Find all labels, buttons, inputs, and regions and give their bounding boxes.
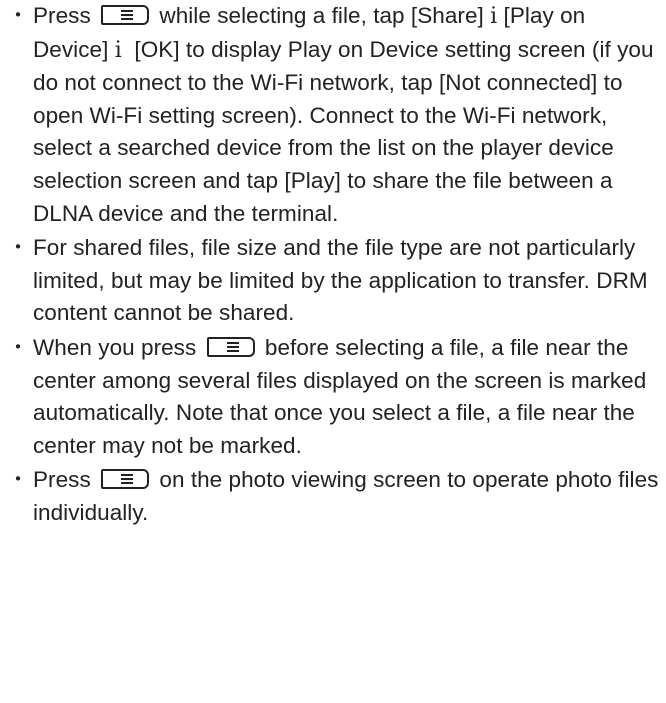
note-auto-mark: ・ When you press before selecting a file… — [0, 332, 666, 462]
bullet-marker: ・ — [8, 469, 29, 492]
menu-key-icon — [206, 336, 255, 357]
notes-list: ・ Press while selecting a file, tap [Sha… — [0, 0, 666, 530]
note-text: while selecting a file, tap [Share] — [159, 3, 484, 28]
bullet-marker: ・ — [8, 237, 29, 260]
note-text: Press — [33, 3, 91, 28]
note-text: When you press — [33, 334, 197, 360]
note-text: For shared files, file size and the file… — [33, 235, 648, 326]
menu-key-icon — [101, 469, 150, 490]
note-text: Press — [33, 467, 91, 493]
note-shared-file-limits: ・ For shared files, file size and the fi… — [0, 232, 666, 330]
menu-key-icon — [101, 5, 150, 25]
note-photo-viewing: ・ Press on the photo viewing screen to o… — [0, 464, 666, 529]
bullet-marker: ・ — [8, 336, 29, 359]
menu-path-arrow-icon: i — [114, 37, 122, 63]
bullet-marker: ・ — [8, 5, 29, 27]
note-text: [OK] to display Play on Device setting s… — [33, 36, 654, 226]
menu-path-arrow-icon: i — [490, 4, 498, 29]
note-share-play-on-device: ・ Press while selecting a file, tap [Sha… — [0, 0, 666, 230]
